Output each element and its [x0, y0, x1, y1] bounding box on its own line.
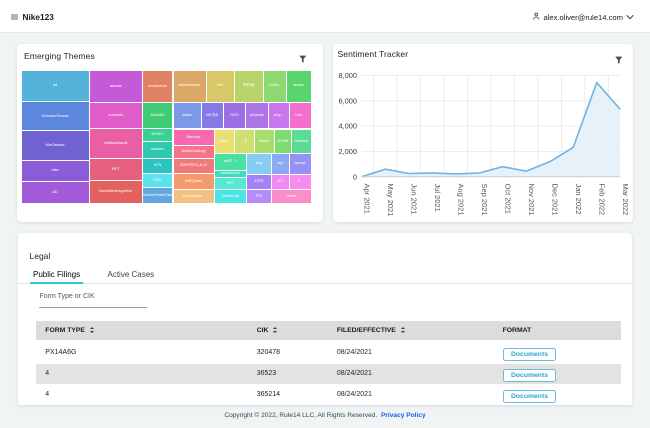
svg-text:2,000: 2,000 [339, 147, 358, 156]
svg-text:Apr 2021: Apr 2021 [363, 184, 372, 214]
svg-text:Mar 2022: Mar 2022 [621, 184, 630, 216]
svg-text:May 2021: May 2021 [386, 184, 395, 217]
svg-text:Oct 2021: Oct 2021 [504, 184, 513, 214]
svg-text:Jun 2021: Jun 2021 [410, 184, 419, 215]
svg-text:Nov 2021: Nov 2021 [527, 184, 536, 216]
svg-text:4,000: 4,000 [339, 122, 358, 131]
svg-text:Dec 2021: Dec 2021 [551, 184, 560, 216]
svg-text:8,000: 8,000 [339, 71, 358, 80]
svg-text:Jan 2022: Jan 2022 [574, 184, 583, 215]
svg-text:Jul 2021: Jul 2021 [433, 184, 442, 212]
svg-text:Feb 2022: Feb 2022 [598, 184, 607, 216]
svg-text:Sep 2021: Sep 2021 [480, 184, 489, 216]
svg-text:0: 0 [353, 172, 357, 181]
svg-text:Aug 2021: Aug 2021 [457, 184, 466, 216]
svg-text:6,000: 6,000 [339, 96, 358, 105]
